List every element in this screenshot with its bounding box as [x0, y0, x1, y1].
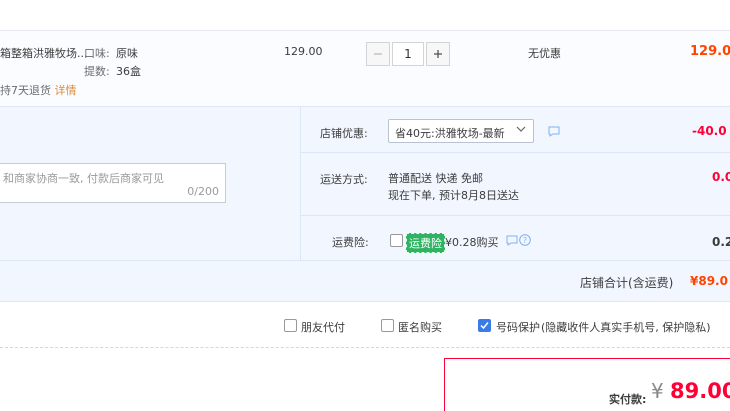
purchase-options-row: 朋友代付 匿名购买 号码保护 (隐藏收件人真实手机号, 保护隐私): [0, 302, 730, 348]
order-options-panel: 和商家协商一致, 付款后商家可见 0/200 店铺优惠: 省40元:洪雅牧场-最…: [0, 106, 730, 302]
quantity-input[interactable]: 1: [392, 42, 424, 66]
store-discount-value: -40.0: [692, 124, 727, 138]
refund-policy: 持7天退货 详情: [0, 82, 77, 98]
payment-label: 实付款:: [609, 393, 647, 406]
order-item-row: 箱整箱洪雅牧场... 口味: 原味 提数: 36盒 持7天退货 详情 129.0…: [0, 30, 730, 106]
message-char-counter: 0/200: [187, 185, 219, 198]
item-discount: 无优惠: [528, 47, 561, 60]
check-icon: [480, 322, 489, 330]
refund-policy-text: 持7天退货: [0, 84, 51, 97]
sku-flavor-value: 原味: [116, 47, 138, 60]
message-placeholder: 和商家协商一致, 付款后商家可见: [3, 172, 164, 185]
store-discount-select[interactable]: 省40元:洪雅牧场-最新: [388, 119, 534, 143]
panel-divider: [300, 107, 301, 260]
chevron-down-icon: [516, 126, 526, 132]
message-to-seller-input[interactable]: 和商家协商一致, 付款后商家可见 0/200: [0, 163, 226, 203]
payment-amount: 89.00: [670, 379, 730, 403]
privacy-note: (隐藏收件人真实手机号, 保护隐私): [541, 321, 711, 334]
privacy-label[interactable]: 号码保护: [496, 319, 540, 335]
quantity-stepper: 1: [366, 42, 450, 66]
anonymous-checkbox[interactable]: [381, 319, 394, 332]
row-divider: [0, 260, 730, 261]
refund-details-link[interactable]: 详情: [55, 84, 77, 97]
payment-summary: 实付款: ¥ 89.00: [444, 358, 730, 411]
store-discount-selected: 省40元:洪雅牧场-最新: [395, 127, 505, 140]
item-title[interactable]: 箱整箱洪雅牧场...: [0, 45, 88, 61]
shipping-eta: 现在下单, 预计8月8日送达: [388, 189, 519, 202]
shipping-label: 运送方式:: [320, 173, 368, 186]
minus-icon: [374, 53, 382, 55]
friend-pay-checkbox[interactable]: [284, 319, 297, 332]
plus-icon: [434, 50, 442, 58]
insurance-price: ¥0.28购买: [445, 236, 499, 249]
row-divider: [300, 215, 730, 216]
shipping-method: 普通配送 快递 免邮: [388, 172, 483, 185]
insurance-value: 0.2: [712, 235, 730, 249]
sku-pack-value: 36盒: [116, 65, 141, 78]
sku-pack-label: 提数:: [84, 65, 110, 78]
shipping-value: 0.0: [712, 170, 730, 184]
insurance-checkbox[interactable]: [390, 234, 403, 247]
payment-currency: ¥: [651, 379, 664, 403]
quantity-increase-button[interactable]: [426, 42, 450, 66]
insurance-label: 运费险:: [332, 236, 369, 249]
item-subtotal: 129.0: [690, 44, 730, 59]
chat-icon[interactable]: [506, 235, 518, 246]
help-icon[interactable]: ?: [519, 234, 531, 246]
insurance-badge: 运费险: [406, 233, 445, 253]
quantity-decrease-button[interactable]: [366, 42, 390, 66]
store-discount-label: 店铺优惠:: [320, 127, 368, 140]
row-divider: [300, 152, 730, 153]
sku-flavor-label: 口味:: [84, 47, 110, 60]
unit-price: 129.00: [284, 45, 323, 58]
store-total-value: ¥89.0: [690, 274, 728, 288]
svg-text:?: ?: [523, 236, 527, 245]
anonymous-label[interactable]: 匿名购买: [398, 319, 442, 335]
friend-pay-label[interactable]: 朋友代付: [301, 319, 345, 335]
privacy-checkbox[interactable]: [478, 319, 491, 332]
store-total-label: 店铺合计(含运费): [580, 276, 674, 290]
chat-icon[interactable]: [548, 126, 560, 137]
